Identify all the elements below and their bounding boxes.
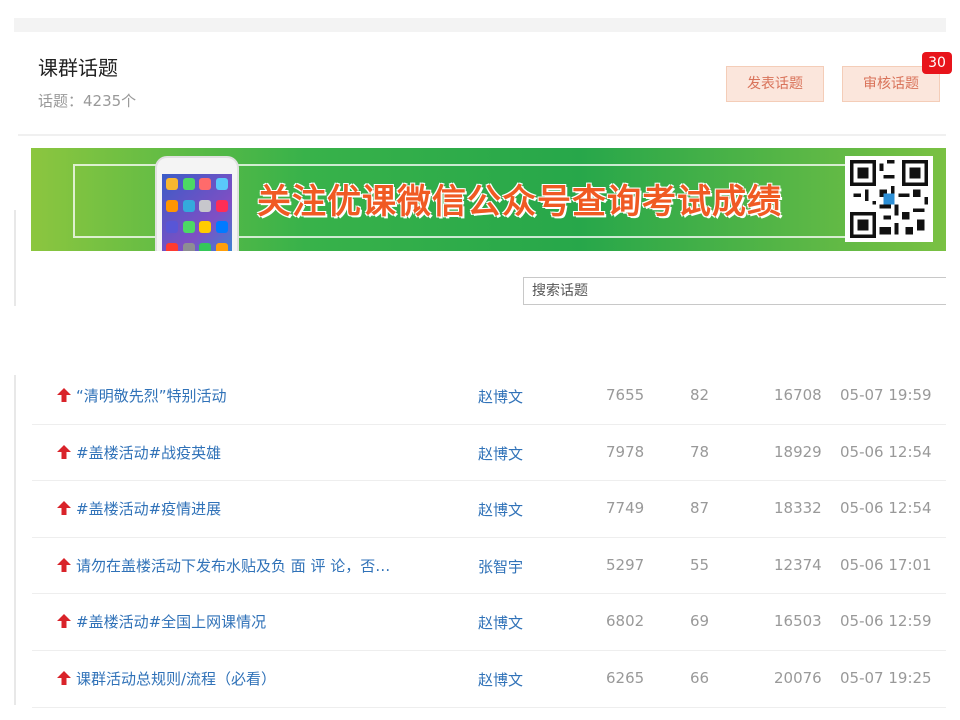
topic-stat-3: 18332	[774, 499, 822, 518]
topic-author[interactable]: 赵博文	[478, 669, 523, 690]
topic-list: “清明敬先烈”特别活动 赵博文 7655 82 16708 05-07 19:59 #盖楼活…	[32, 368, 946, 708]
topic-row[interactable]: #盖楼活动#疫情进展 赵博文 7749 87 18332 05-06 12:54	[32, 481, 946, 538]
pin-arrow-icon	[57, 444, 71, 459]
page-header: 课群话题 话题：4235个 发表话题 审核话题 30	[18, 34, 952, 136]
topic-time: 05-07 19:59	[840, 386, 932, 404]
topic-stat-1: 5297	[606, 555, 645, 574]
left-divider	[14, 375, 16, 705]
topic-author[interactable]: 张智宇	[478, 556, 523, 577]
topic-stat-1: 7655	[606, 386, 645, 404]
review-count-badge: 30	[922, 52, 952, 74]
page-title: 课群话题	[38, 56, 118, 80]
topic-stat-1: 7978	[606, 442, 645, 461]
topic-stat-3: 16708	[774, 386, 822, 404]
pin-arrow-icon	[57, 557, 71, 572]
topic-row[interactable]: “清明敬先烈”特别活动 赵博文 7655 82 16708 05-07 19:59	[32, 368, 946, 425]
topic-author[interactable]: 赵博文	[478, 499, 523, 520]
pin-arrow-icon	[57, 614, 71, 629]
topic-stat-2: 82	[690, 386, 710, 404]
topic-stat-3: 18929	[774, 442, 822, 461]
topic-title[interactable]: #盖楼活动#全国上网课情况	[76, 611, 266, 632]
phone-illustration	[155, 156, 239, 251]
topic-title[interactable]: 请勿在盖楼活动下发布水贴及负 面 评 论，否…	[76, 555, 390, 576]
topic-time: 05-06 12:54	[840, 499, 932, 518]
top-grey-strip	[14, 18, 946, 32]
topic-title[interactable]: 课群活动总规则/流程（必看）	[76, 668, 276, 689]
topic-count: 话题：4235个	[38, 92, 137, 110]
wechat-banner[interactable]: 关注优课微信公众号查询考试成绩	[31, 148, 946, 251]
topic-row[interactable]: #盖楼活动#全国上网课情况 赵博文 6802 69 16503 05-06 12:59	[32, 594, 946, 651]
topic-author[interactable]: 赵博文	[478, 612, 523, 633]
qr-code-icon	[845, 156, 933, 242]
pin-arrow-icon	[57, 388, 71, 402]
topic-stat-2: 78	[690, 442, 710, 461]
topic-stat-3: 20076	[774, 668, 822, 687]
topic-stat-2: 69	[690, 612, 710, 631]
topic-time: 05-06 12:59	[840, 612, 932, 631]
search-input[interactable]	[523, 277, 946, 305]
topic-stat-1: 7749	[606, 499, 645, 518]
topic-stat-2: 87	[690, 499, 710, 518]
topic-title[interactable]: #盖楼活动#战疫英雄	[76, 442, 221, 463]
topic-row[interactable]: 请勿在盖楼活动下发布水贴及负 面 评 论，否… 张智宇 5297 55 12374 05-…	[32, 538, 946, 595]
left-divider	[14, 210, 16, 306]
topic-row[interactable]: #盖楼活动#战疫英雄 赵博文 7978 78 18929 05-06 12:54	[32, 425, 946, 482]
topic-stat-3: 16503	[774, 612, 822, 631]
post-topic-button[interactable]: 发表话题	[726, 66, 824, 102]
topic-author[interactable]: 赵博文	[478, 443, 523, 464]
topic-time: 05-06 12:54	[840, 442, 932, 461]
topic-row[interactable]: 课群活动总规则/流程（必看） 赵博文 6265 66 20076 05-07 19:25	[32, 651, 946, 708]
topic-stat-3: 12374	[774, 555, 822, 574]
topic-author[interactable]: 赵博文	[478, 386, 523, 407]
topic-time: 05-06 17:01	[840, 555, 932, 574]
topic-time: 05-07 19:25	[840, 668, 932, 687]
pin-arrow-icon	[57, 670, 71, 685]
topic-title[interactable]: “清明敬先烈”特别活动	[76, 385, 227, 406]
pin-arrow-icon	[57, 501, 71, 516]
topic-stat-2: 55	[690, 555, 710, 574]
top-band	[0, 0, 960, 20]
topic-stat-1: 6265	[606, 668, 645, 687]
topic-stat-2: 66	[690, 668, 710, 687]
banner-text: 关注优课微信公众号查询考试成绩	[257, 182, 782, 222]
topic-stat-1: 6802	[606, 612, 645, 631]
topic-title[interactable]: #盖楼活动#疫情进展	[76, 498, 221, 519]
